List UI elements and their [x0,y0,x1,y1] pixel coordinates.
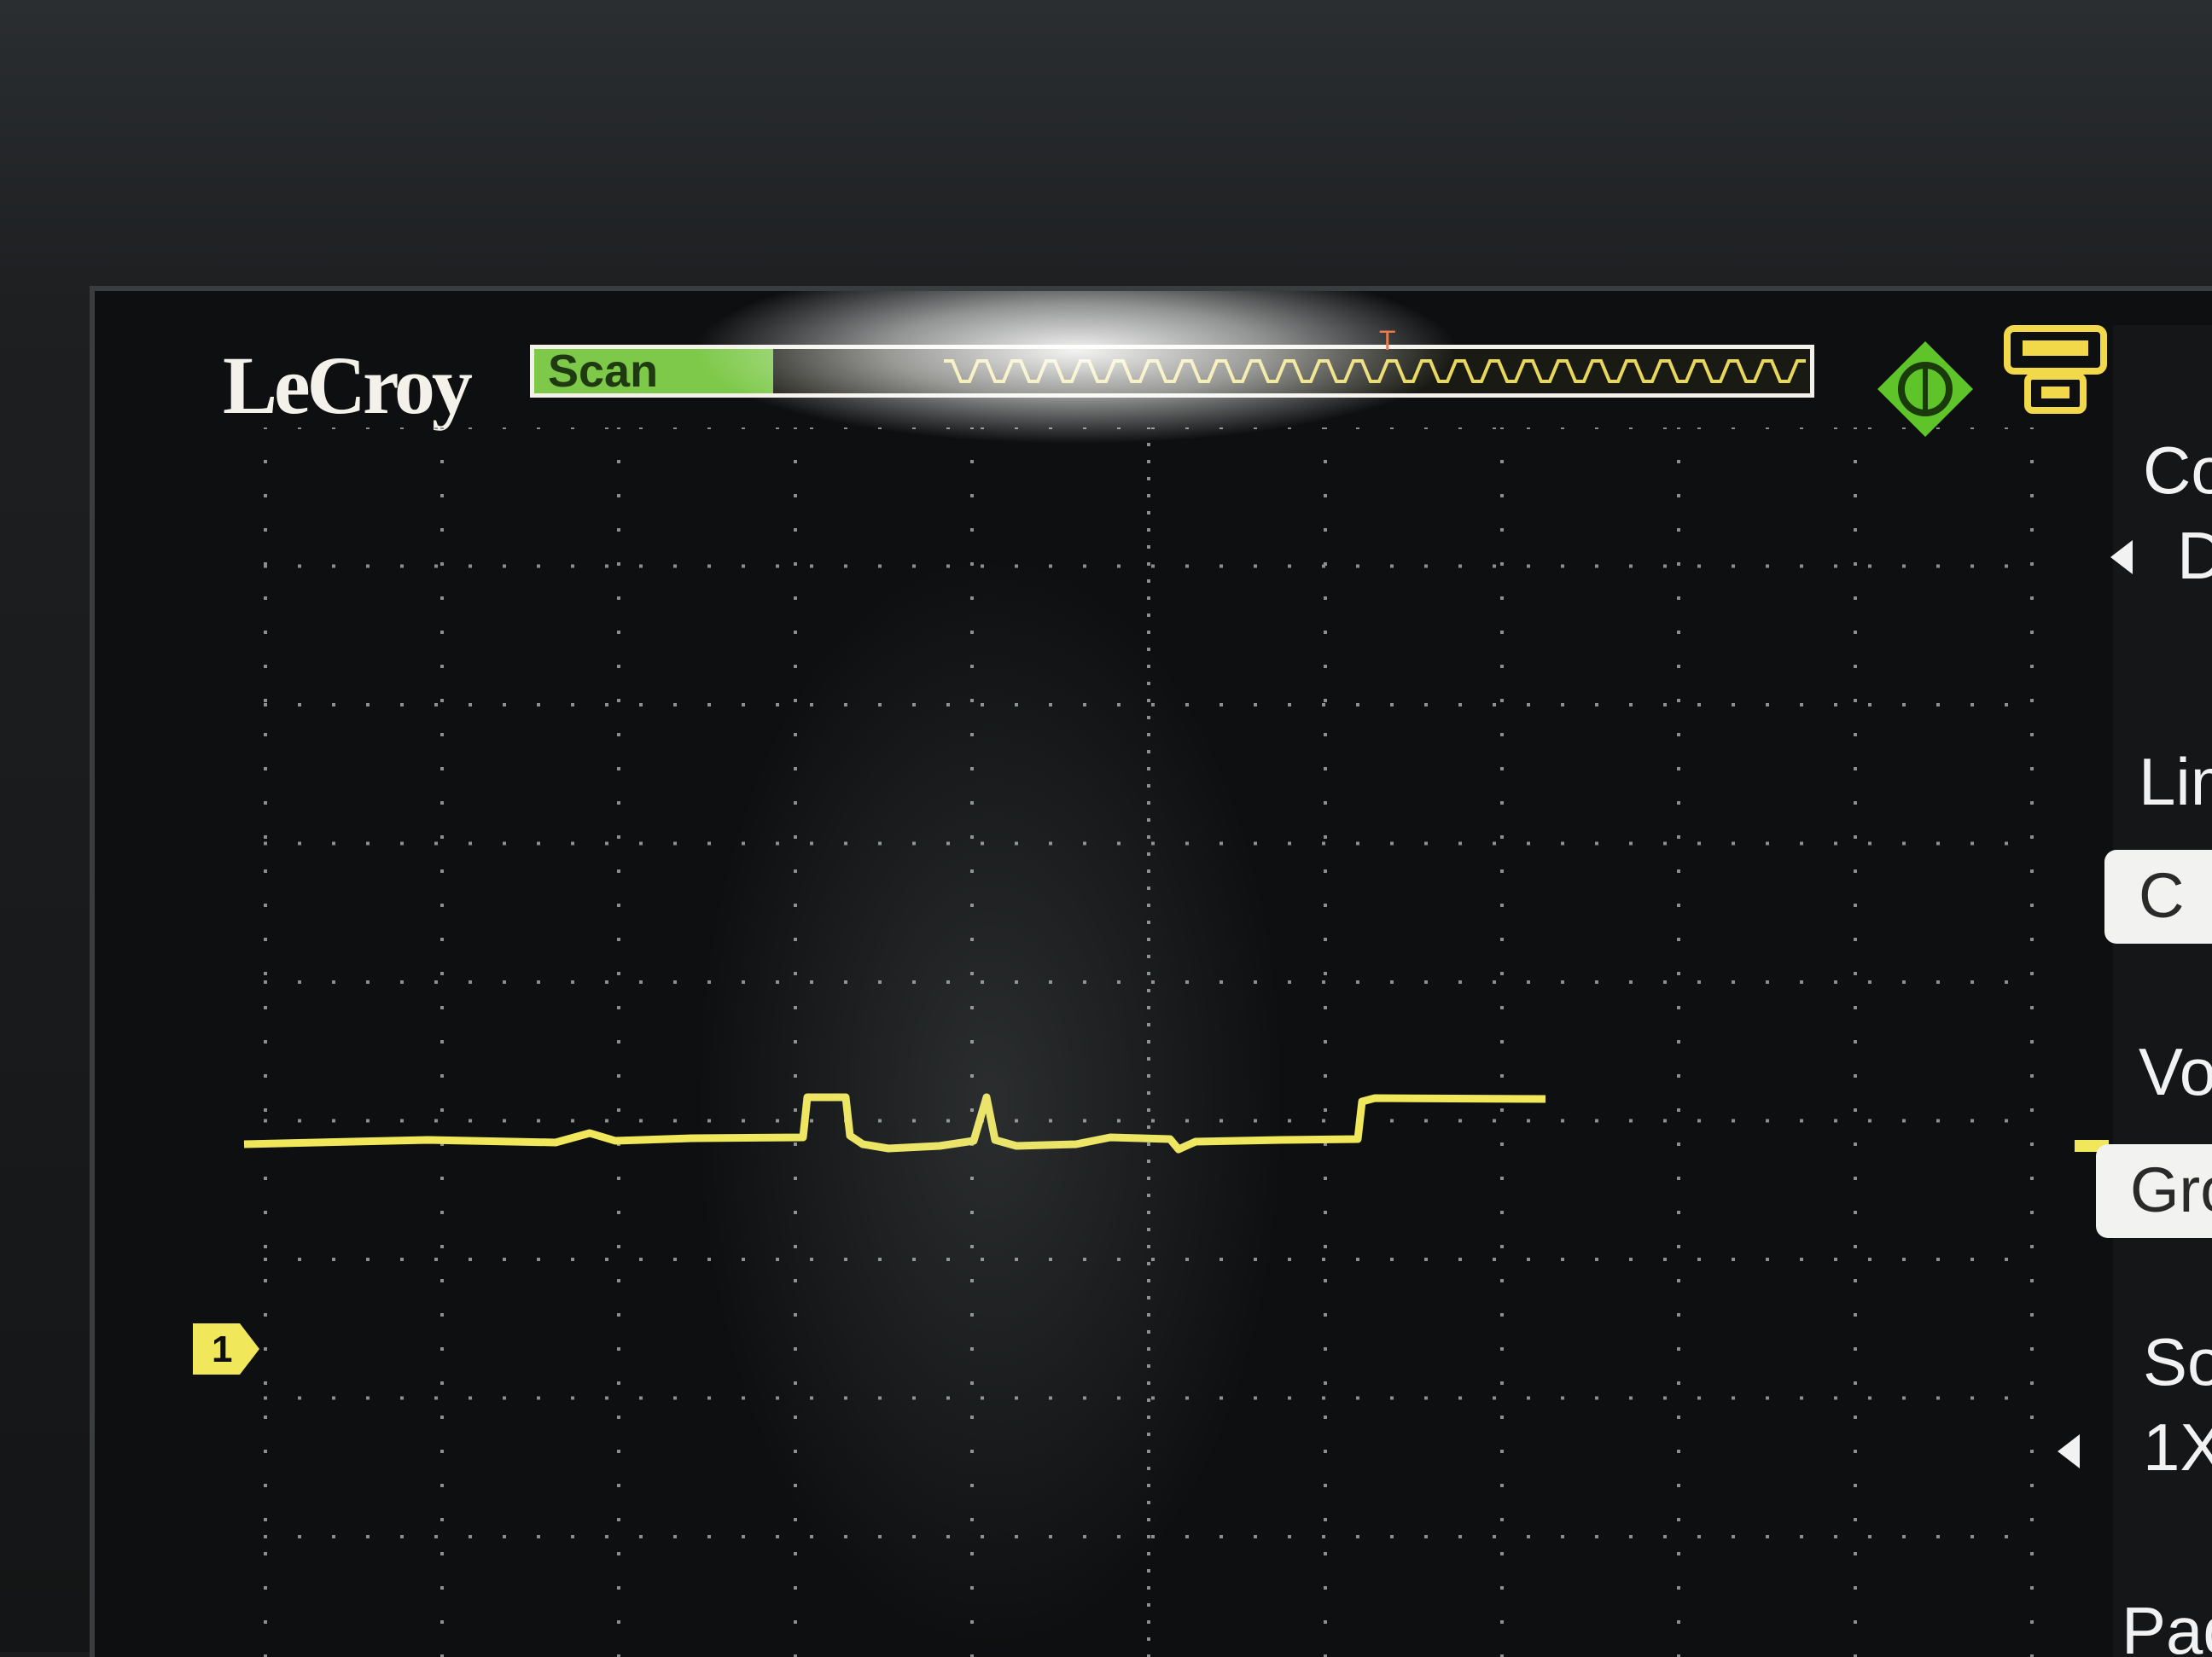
menu-item-value-3[interactable]: Gros [2096,1144,2212,1238]
menu-item-label-3[interactable]: Volt [2139,1033,2212,1111]
channel-number: 1 [212,1329,232,1370]
menu-item-label-2[interactable]: Limi [2139,743,2212,821]
menu-item-value-1[interactable]: D [2177,517,2212,595]
acquisition-mode-label: Scan [534,349,773,393]
run-status-icon [1877,341,1973,437]
lecroy-logo: LeCroy [223,340,473,431]
menu-item-label-1[interactable]: Cou [2143,432,2212,509]
menu-item-label-4[interactable]: Son [2143,1323,2212,1401]
memory-overview-wave [944,359,1806,383]
channel-1-trace [243,1093,1546,1154]
acquisition-status-bar: Scan [530,345,1814,398]
oscilloscope-screen: LeCroy Scan T 1 C Cou D Limi C Volt Gros [90,286,2212,1657]
grid-dots [264,427,2034,1657]
waveform-graticule [243,427,2109,1657]
menu-arrow-1 [2110,540,2133,574]
channel-marker-shape: 1 [193,1323,259,1375]
usb-icon [2004,325,2107,414]
trigger-position-marker: T [1379,325,1396,356]
menu-item-value-2[interactable]: C [2104,850,2212,944]
menu-item-label-5[interactable]: Page S [2122,1592,2212,1657]
menu-item-value-4[interactable]: 1X [2143,1409,2212,1486]
menu-arrow-4 [2058,1434,2080,1468]
